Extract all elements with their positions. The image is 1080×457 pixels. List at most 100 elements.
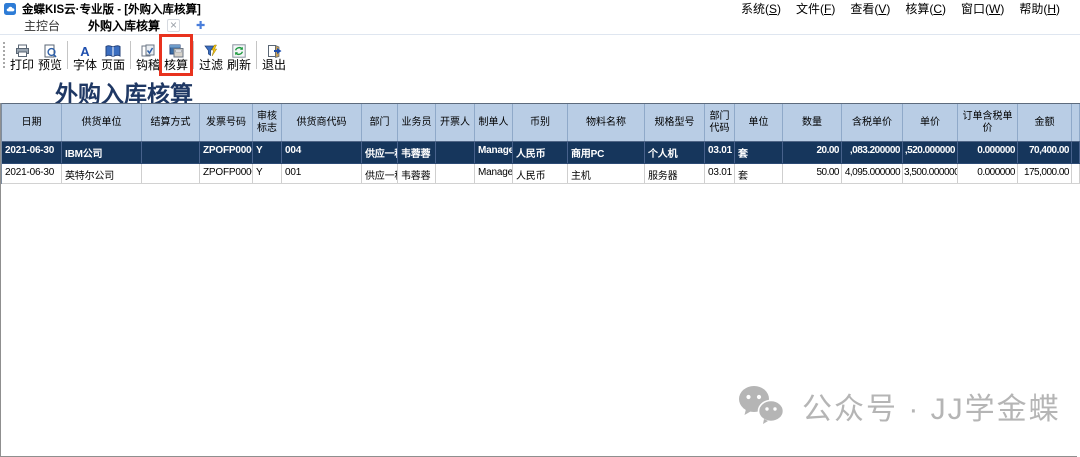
menu-window[interactable]: 窗口(W): [961, 0, 1004, 17]
column-header[interactable]: 审核标志: [253, 104, 282, 141]
grid-cell[interactable]: 服务器: [645, 164, 705, 183]
column-header[interactable]: 结算方式: [142, 104, 200, 141]
grid-cell[interactable]: 人民币: [513, 142, 568, 163]
menu-view[interactable]: 查看(V): [850, 0, 890, 17]
grid-cell[interactable]: ,083.200000: [842, 142, 903, 163]
column-header[interactable]: 开票人: [436, 104, 475, 141]
accounting-button[interactable]: 核算: [162, 37, 190, 73]
column-header[interactable]: 供货商代码: [282, 104, 362, 141]
refresh-icon: [232, 43, 246, 59]
column-header[interactable]: 部门代码: [705, 104, 735, 141]
grid-cell[interactable]: [436, 142, 475, 163]
grid-cell[interactable]: 2021-06-30: [2, 164, 62, 183]
grid-cell[interactable]: 商用PC: [568, 142, 645, 163]
column-header[interactable]: 发票号码: [200, 104, 253, 141]
page-setup-label: 页面: [101, 59, 125, 72]
column-header[interactable]: 供货单位: [62, 104, 142, 141]
title-bar: 金蝶KIS云·专业版 - [外购入库核算] 系统(S)文件(F)查看(V)核算(…: [0, 0, 1080, 16]
grid-cell[interactable]: 70,400.00: [1018, 142, 1072, 163]
column-header[interactable]: 规格型号: [645, 104, 705, 141]
grid-cell[interactable]: IBM公司: [62, 142, 142, 163]
refresh-button[interactable]: 刷新: [225, 37, 253, 73]
column-header[interactable]: 金额: [1018, 104, 1072, 141]
grid-cell[interactable]: 175,000.00: [1018, 164, 1072, 183]
printer-icon: [15, 43, 30, 59]
reconcile-button[interactable]: 钩稽: [134, 37, 162, 73]
navigate-icon[interactable]: ✚: [196, 19, 205, 32]
toolbar-grip[interactable]: [3, 42, 5, 68]
print-button[interactable]: 打印: [8, 37, 36, 73]
grid-cell[interactable]: [436, 164, 475, 183]
toolbar: 打印 预览 A 字体 页面 钩稽: [0, 35, 1080, 75]
column-header[interactable]: 币别: [513, 104, 568, 141]
column-header[interactable]: 制单人: [475, 104, 513, 141]
grid-row[interactable]: 2021-06-30IBM公司 ZPOFP0000Y004供应一科韦蓉蓉 Manag…: [2, 142, 1080, 164]
app-window: 金蝶KIS云·专业版 - [外购入库核算] 系统(S)文件(F)查看(V)核算(…: [0, 0, 1080, 108]
grid-cell[interactable]: Manager: [475, 142, 513, 163]
column-header[interactable]: 单位: [735, 104, 783, 141]
grid-cell[interactable]: 2021-06-30: [2, 142, 62, 163]
grid-cell[interactable]: 50.00: [783, 164, 842, 183]
grid-cell[interactable]: 英特尔公司: [62, 164, 142, 183]
menu-file[interactable]: 文件(F): [796, 0, 835, 17]
grid-cell[interactable]: 03.01: [705, 164, 735, 183]
menu-help[interactable]: 帮助(H): [1019, 0, 1060, 17]
grid-cell[interactable]: 套: [735, 142, 783, 163]
grid-cell[interactable]: Y: [253, 164, 282, 183]
preview-button[interactable]: 预览: [36, 37, 64, 73]
grid-cell[interactable]: 套: [735, 164, 783, 183]
close-tab-icon[interactable]: ×: [167, 19, 180, 32]
column-header[interactable]: 物料名称: [568, 104, 645, 141]
grid-cell[interactable]: 个人机: [645, 142, 705, 163]
column-header[interactable]: 数量: [783, 104, 842, 141]
grid-cell[interactable]: 03.01: [705, 142, 735, 163]
column-header[interactable]: 业务员: [398, 104, 436, 141]
grid-cell[interactable]: Manager: [475, 164, 513, 183]
grid-cell[interactable]: 001: [282, 164, 362, 183]
column-header[interactable]: [1072, 104, 1080, 141]
column-header[interactable]: 订单含税单价: [958, 104, 1018, 141]
grid-body: 2021-06-30IBM公司 ZPOFP0000Y004供应一科韦蓉蓉 Manag…: [2, 142, 1080, 184]
toolbar-separator: [193, 41, 194, 69]
grid-cell[interactable]: 供应一科: [362, 142, 398, 163]
filter-button[interactable]: 过滤: [197, 37, 225, 73]
grid-cell[interactable]: 人民币: [513, 164, 568, 183]
grid-cell[interactable]: 主机: [568, 164, 645, 183]
column-header[interactable]: 日期: [2, 104, 62, 141]
menu-system[interactable]: 系统(S): [741, 0, 781, 17]
tab-purchase-inbound-accounting[interactable]: 外购入库核算 ×: [74, 15, 186, 35]
tab-bar: 主控台 外购入库核算 × ✚: [0, 16, 1080, 35]
grid-cell[interactable]: 0.000000: [958, 142, 1018, 163]
page-setup-button[interactable]: 页面: [99, 37, 127, 73]
toolbar-separator: [67, 41, 68, 69]
grid-cell[interactable]: Y: [253, 142, 282, 163]
window-left-edge: [0, 103, 1, 457]
grid-cell[interactable]: 20.00: [783, 142, 842, 163]
accounting-label: 核算: [164, 59, 188, 72]
grid-cell[interactable]: ZPOFP0000: [200, 142, 253, 163]
menu-accounting[interactable]: 核算(C): [905, 0, 946, 17]
grid-cell[interactable]: 4,095.000000: [842, 164, 903, 183]
column-header[interactable]: 部门: [362, 104, 398, 141]
grid-cell[interactable]: ,520.000000: [903, 142, 958, 163]
exit-button[interactable]: 退出: [260, 37, 288, 73]
grid-row[interactable]: 2021-06-30英特尔公司 ZPOFP00002Y001供应一科韦蓉蓉 Mana…: [2, 164, 1080, 184]
watermark-text: 公众号 · JJ学金蝶: [802, 384, 1061, 428]
reconcile-label: 钩稽: [136, 59, 160, 72]
grid-cell[interactable]: 韦蓉蓉: [398, 142, 436, 163]
grid-cell[interactable]: 韦蓉蓉: [398, 164, 436, 183]
grid-cell[interactable]: 0.000000: [958, 164, 1018, 183]
column-header[interactable]: 单价: [903, 104, 958, 141]
grid-cell[interactable]: [1072, 142, 1080, 163]
grid-cell[interactable]: [142, 142, 200, 163]
font-button[interactable]: A 字体: [71, 37, 99, 73]
grid-cell[interactable]: 004: [282, 142, 362, 163]
column-header[interactable]: 含税单价: [842, 104, 903, 141]
grid-cell[interactable]: [142, 164, 200, 183]
grid-cell[interactable]: [1072, 164, 1080, 183]
grid-cell[interactable]: 3,500.000000: [903, 164, 958, 183]
grid-cell[interactable]: ZPOFP00002: [200, 164, 253, 183]
preview-label: 预览: [38, 59, 62, 72]
grid-cell[interactable]: 供应一科: [362, 164, 398, 183]
tab-console[interactable]: 主控台: [10, 15, 74, 35]
